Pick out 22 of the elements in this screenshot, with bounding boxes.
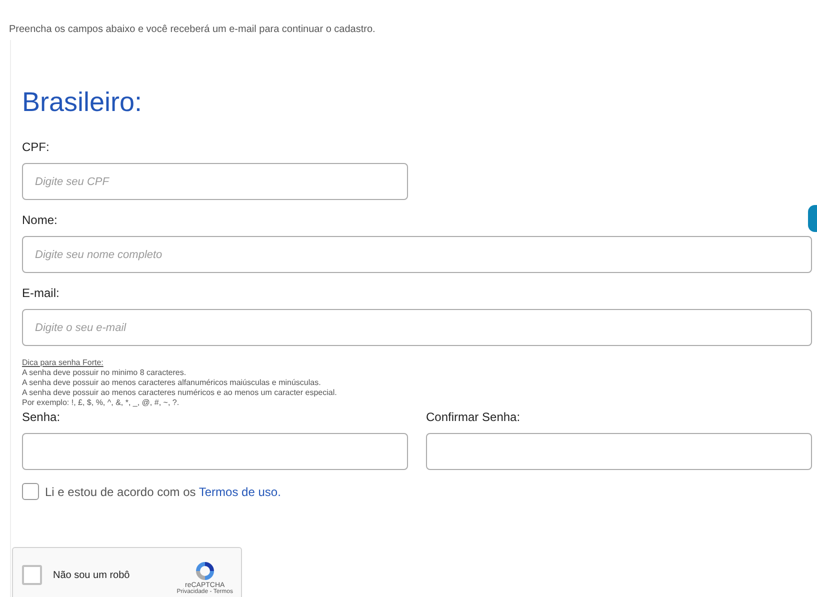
tip-text: A senha deve possuir no minimo 8 caracteres. [22, 368, 188, 378]
tip-text: A senha deve possuir ao menos caracteres alfanuméricos maiúsculas e minúsculas. [22, 378, 322, 388]
tip-text: A senha deve possuir ao menos caracteres numéricos e ao menos um caracter especial. [22, 388, 338, 398]
captcha-label: Não sou um robô [53, 570, 130, 580]
field-label: CPF: [22, 140, 50, 154]
input-field[interactable]: Digite seu CPF [22, 163, 408, 200]
input-field[interactable]: Digite o seu e-mail [22, 309, 812, 346]
section-heading: Brasileiro: [22, 87, 144, 118]
captcha-checkbox[interactable] [22, 565, 42, 585]
input-field[interactable]: Digite seu nome completo [22, 236, 812, 273]
field-label: Senha: [22, 410, 62, 424]
password-field[interactable] [22, 433, 408, 470]
password-field[interactable] [426, 433, 812, 470]
checkbox[interactable] [22, 483, 39, 500]
terms-link[interactable]: Termos de uso. [198, 484, 281, 498]
field-label: Confirmar Senha: [426, 410, 522, 424]
field-label: Nome: [22, 213, 58, 227]
field-label: E-mail: [22, 286, 60, 300]
tip-title: Dica para senha Forte: [22, 358, 104, 368]
intro-text: Preencha os campos abaixo e você receberá um e-mail para continuar o cadastro. [9, 23, 376, 35]
tip-text: Por exemplo: !, £, $, %, ^, &, *, _, @, #, ~, ?. [22, 398, 180, 408]
terms-text: Li e estou de acordo com os Termos de uso. [45, 484, 281, 498]
